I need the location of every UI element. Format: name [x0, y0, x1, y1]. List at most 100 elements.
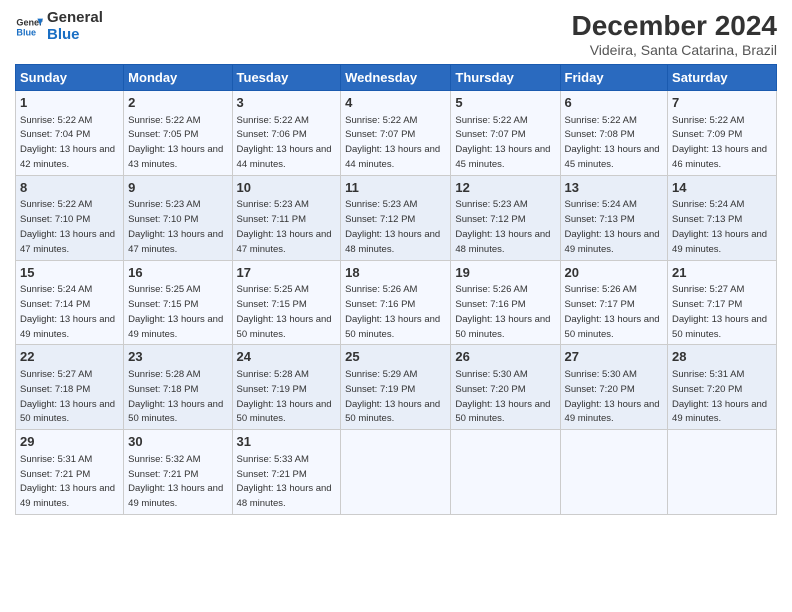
month-title: December 2024 [572, 10, 777, 42]
day-number: 6 [565, 94, 664, 112]
day-number: 23 [128, 348, 227, 366]
calendar-cell: 11Sunrise: 5:23 AMSunset: 7:12 PMDayligh… [341, 175, 451, 260]
day-info: Sunrise: 5:23 AMSunset: 7:12 PMDaylight:… [455, 199, 550, 254]
day-info: Sunrise: 5:23 AMSunset: 7:12 PMDaylight:… [345, 199, 440, 254]
calendar-body: 1Sunrise: 5:22 AMSunset: 7:04 PMDaylight… [16, 91, 777, 515]
day-info: Sunrise: 5:30 AMSunset: 7:20 PMDaylight:… [565, 369, 660, 424]
title-area: December 2024 Videira, Santa Catarina, B… [572, 10, 777, 58]
day-info: Sunrise: 5:22 AMSunset: 7:07 PMDaylight:… [345, 115, 440, 170]
calendar-cell: 23 Sunrise: 5:28 AMSunset: 7:18 PMDayligh… [124, 345, 232, 430]
day-number: 9 [128, 179, 227, 197]
calendar-cell: 25Sunrise: 5:29 AMSunset: 7:19 PMDayligh… [341, 345, 451, 430]
calendar-cell: 21 Sunrise: 5:27 AMSunset: 7:17 PMDayligh… [668, 260, 777, 345]
calendar-cell [451, 430, 560, 515]
calendar-week-row: 1Sunrise: 5:22 AMSunset: 7:04 PMDaylight… [16, 91, 777, 176]
svg-text:Blue: Blue [16, 27, 36, 37]
day-info: Sunrise: 5:22 AMSunset: 7:05 PMDaylight:… [128, 115, 223, 170]
day-number: 13 [565, 179, 664, 197]
calendar-cell [560, 430, 668, 515]
calendar-cell: 12 Sunrise: 5:23 AMSunset: 7:12 PMDayligh… [451, 175, 560, 260]
day-number: 28 [672, 348, 772, 366]
day-number: 18 [345, 264, 446, 282]
day-info: Sunrise: 5:24 AMSunset: 7:14 PMDaylight:… [20, 284, 115, 339]
day-info: Sunrise: 5:26 AMSunset: 7:17 PMDaylight:… [565, 284, 660, 339]
day-info: Sunrise: 5:28 AMSunset: 7:19 PMDaylight:… [237, 369, 332, 424]
day-header-sunday: Sunday [16, 65, 124, 91]
calendar-cell: 28 Sunrise: 5:31 AMSunset: 7:20 PMDayligh… [668, 345, 777, 430]
day-number: 31 [237, 433, 337, 451]
day-number: 21 [672, 264, 772, 282]
calendar-table: SundayMondayTuesdayWednesdayThursdayFrid… [15, 64, 777, 515]
calendar-cell: 13 Sunrise: 5:24 AMSunset: 7:13 PMDayligh… [560, 175, 668, 260]
calendar-cell: 2Sunrise: 5:22 AMSunset: 7:05 PMDaylight… [124, 91, 232, 176]
calendar-week-row: 8Sunrise: 5:22 AMSunset: 7:10 PMDaylight… [16, 175, 777, 260]
calendar-week-row: 15Sunrise: 5:24 AMSunset: 7:14 PMDayligh… [16, 260, 777, 345]
calendar-cell: 16Sunrise: 5:25 AMSunset: 7:15 PMDayligh… [124, 260, 232, 345]
calendar-cell: 4 Sunrise: 5:22 AMSunset: 7:07 PMDaylight… [341, 91, 451, 176]
page-container: General Blue General Blue December 2024 … [0, 0, 792, 525]
calendar-cell: 29Sunrise: 5:31 AMSunset: 7:21 PMDayligh… [16, 430, 124, 515]
day-info: Sunrise: 5:22 AMSunset: 7:08 PMDaylight:… [565, 115, 660, 170]
day-info: Sunrise: 5:28 AMSunset: 7:18 PMDaylight:… [128, 369, 223, 424]
calendar-cell: 20 Sunrise: 5:26 AMSunset: 7:17 PMDayligh… [560, 260, 668, 345]
day-info: Sunrise: 5:25 AMSunset: 7:15 PMDaylight:… [128, 284, 223, 339]
calendar-cell: 17Sunrise: 5:25 AMSunset: 7:15 PMDayligh… [232, 260, 341, 345]
calendar-cell: 7Sunrise: 5:22 AMSunset: 7:09 PMDaylight… [668, 91, 777, 176]
day-header-tuesday: Tuesday [232, 65, 341, 91]
day-info: Sunrise: 5:27 AMSunset: 7:18 PMDaylight:… [20, 369, 115, 424]
day-number: 26 [455, 348, 555, 366]
calendar-cell: 1Sunrise: 5:22 AMSunset: 7:04 PMDaylight… [16, 91, 124, 176]
day-number: 7 [672, 94, 772, 112]
calendar-cell: 3Sunrise: 5:22 AMSunset: 7:06 PMDaylight… [232, 91, 341, 176]
calendar-header-row: SundayMondayTuesdayWednesdayThursdayFrid… [16, 65, 777, 91]
day-info: Sunrise: 5:32 AMSunset: 7:21 PMDaylight:… [128, 454, 223, 509]
calendar-week-row: 22 Sunrise: 5:27 AMSunset: 7:18 PMDayligh… [16, 345, 777, 430]
day-info: Sunrise: 5:23 AMSunset: 7:10 PMDaylight:… [128, 199, 223, 254]
header: General Blue General Blue December 2024 … [15, 10, 777, 58]
calendar-cell: 22 Sunrise: 5:27 AMSunset: 7:18 PMDayligh… [16, 345, 124, 430]
day-header-friday: Friday [560, 65, 668, 91]
calendar-cell: 26 Sunrise: 5:30 AMSunset: 7:20 PMDayligh… [451, 345, 560, 430]
day-number: 14 [672, 179, 772, 197]
day-number: 12 [455, 179, 555, 197]
day-number: 29 [20, 433, 119, 451]
day-info: Sunrise: 5:22 AMSunset: 7:07 PMDaylight:… [455, 115, 550, 170]
calendar-cell [341, 430, 451, 515]
calendar-cell: 24Sunrise: 5:28 AMSunset: 7:19 PMDayligh… [232, 345, 341, 430]
logo: General Blue General Blue [15, 10, 103, 43]
day-number: 22 [20, 348, 119, 366]
day-info: Sunrise: 5:26 AMSunset: 7:16 PMDaylight:… [455, 284, 550, 339]
day-info: Sunrise: 5:26 AMSunset: 7:16 PMDaylight:… [345, 284, 440, 339]
calendar-cell: 6 Sunrise: 5:22 AMSunset: 7:08 PMDaylight… [560, 91, 668, 176]
calendar-cell: 31 Sunrise: 5:33 AMSunset: 7:21 PMDayligh… [232, 430, 341, 515]
day-number: 19 [455, 264, 555, 282]
day-info: Sunrise: 5:30 AMSunset: 7:20 PMDaylight:… [455, 369, 550, 424]
calendar-cell: 27 Sunrise: 5:30 AMSunset: 7:20 PMDayligh… [560, 345, 668, 430]
day-header-saturday: Saturday [668, 65, 777, 91]
calendar-cell: 15Sunrise: 5:24 AMSunset: 7:14 PMDayligh… [16, 260, 124, 345]
day-info: Sunrise: 5:22 AMSunset: 7:10 PMDaylight:… [20, 199, 115, 254]
day-number: 10 [237, 179, 337, 197]
day-number: 27 [565, 348, 664, 366]
day-info: Sunrise: 5:27 AMSunset: 7:17 PMDaylight:… [672, 284, 767, 339]
day-info: Sunrise: 5:33 AMSunset: 7:21 PMDaylight:… [237, 454, 332, 509]
calendar-cell: 10 Sunrise: 5:23 AMSunset: 7:11 PMDayligh… [232, 175, 341, 260]
calendar-week-row: 29Sunrise: 5:31 AMSunset: 7:21 PMDayligh… [16, 430, 777, 515]
day-number: 1 [20, 94, 119, 112]
day-info: Sunrise: 5:23 AMSunset: 7:11 PMDaylight:… [237, 199, 332, 254]
day-info: Sunrise: 5:25 AMSunset: 7:15 PMDaylight:… [237, 284, 332, 339]
location: Videira, Santa Catarina, Brazil [572, 42, 777, 58]
calendar-cell [668, 430, 777, 515]
day-number: 4 [345, 94, 446, 112]
day-number: 20 [565, 264, 664, 282]
calendar-cell: 8Sunrise: 5:22 AMSunset: 7:10 PMDaylight… [16, 175, 124, 260]
calendar-cell: 5Sunrise: 5:22 AMSunset: 7:07 PMDaylight… [451, 91, 560, 176]
day-info: Sunrise: 5:24 AMSunset: 7:13 PMDaylight:… [672, 199, 767, 254]
day-info: Sunrise: 5:29 AMSunset: 7:19 PMDaylight:… [345, 369, 440, 424]
day-info: Sunrise: 5:31 AMSunset: 7:20 PMDaylight:… [672, 369, 767, 424]
calendar-cell: 14 Sunrise: 5:24 AMSunset: 7:13 PMDayligh… [668, 175, 777, 260]
calendar-cell: 18 Sunrise: 5:26 AMSunset: 7:16 PMDayligh… [341, 260, 451, 345]
day-info: Sunrise: 5:24 AMSunset: 7:13 PMDaylight:… [565, 199, 660, 254]
logo-icon: General Blue [15, 13, 43, 41]
day-header-thursday: Thursday [451, 65, 560, 91]
